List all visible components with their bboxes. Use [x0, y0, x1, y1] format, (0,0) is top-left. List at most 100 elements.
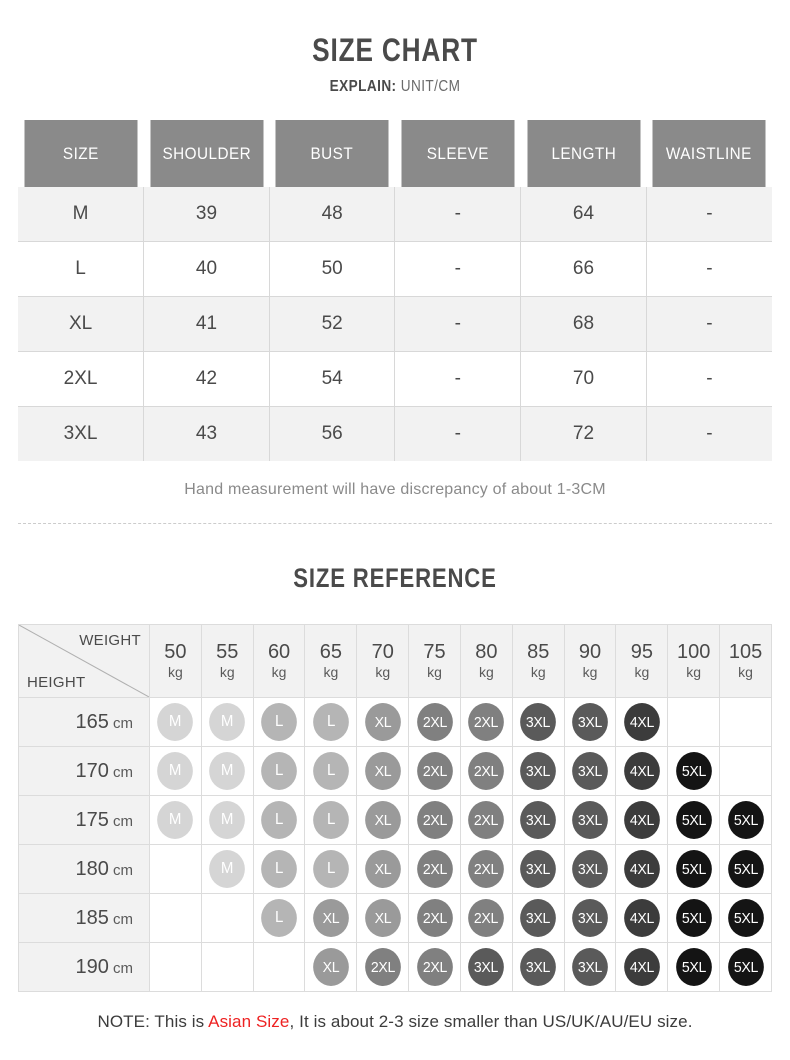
size-cell: 4XL — [615, 942, 669, 992]
weight-unit: kg — [582, 664, 598, 680]
height-label-175cm: 175 cm — [18, 795, 150, 845]
size-badge: 5XL — [727, 801, 764, 839]
size-badge: XL — [364, 801, 401, 839]
measurement-cell: - — [394, 187, 522, 242]
size-cell: 2XL — [408, 942, 461, 992]
size-cell: 4XL — [615, 844, 669, 894]
height-value: 165 — [75, 710, 109, 733]
size-cell: 3XL — [459, 942, 513, 992]
size-cell: 3XL — [563, 844, 617, 894]
size-reference-head: WEIGHT HEIGHT 50 kg 55 kg 60 kg 65 kg 70 kg 75 kg 80… — [18, 624, 772, 698]
height-label-165cm: 165 cm — [18, 697, 150, 747]
size-cell: XL — [356, 893, 410, 943]
size-badge: 5XL — [727, 899, 764, 937]
size-cell: L — [252, 844, 306, 894]
height-unit: cm — [108, 910, 133, 928]
weight-axis-label: WEIGHT — [79, 632, 141, 649]
table-row: L 40 50-66- — [18, 241, 772, 297]
size-reference-row: 190 cm XL 2XL 2XL 3XL 3XL 3XL 4XL 5XL 5XL — [18, 942, 772, 992]
size-badge: 3XL — [572, 899, 608, 937]
size-reference-row: 185 cm L XL XL 2XL 2XL 3XL 3XL 4XL 5XL 5XL — [18, 893, 772, 943]
size-cell: 5XL — [667, 795, 721, 845]
size-cell: M — [149, 795, 202, 845]
size-reference-row: 165 cm M M L L XL 2XL 2XL 3XL 3XL 4XL — [18, 697, 772, 747]
height-value: 180 — [75, 857, 109, 880]
weight-value: 105 — [728, 641, 763, 663]
size-badge: M — [157, 752, 194, 790]
weight-value: 60 — [267, 641, 291, 663]
weight-value: 100 — [677, 641, 711, 663]
size-cell: 5XL — [667, 746, 721, 796]
size-badge: 3XL — [468, 948, 505, 986]
size-label-cell: L — [18, 241, 145, 297]
size-chart-col-length: LENGTH — [526, 120, 640, 187]
table-row: 3XL 43 56-72- — [18, 406, 772, 461]
size-cell: 4XL — [615, 697, 669, 747]
size-cell: L — [252, 893, 306, 943]
measurement-cell: - — [394, 296, 522, 352]
size-badge: 5XL — [675, 948, 712, 986]
size-badge: XL — [313, 899, 349, 937]
measurement-cell: 40 — [143, 241, 270, 297]
size-cell: 2XL — [459, 697, 513, 747]
size-reference-row: 180 cm M L L XL 2XL 2XL 3XL 3XL 4XL 5XL 5XL — [18, 844, 772, 894]
size-badge: 5XL — [675, 850, 712, 888]
size-cell: L — [304, 844, 358, 894]
size-badge: 4XL — [623, 899, 660, 937]
table-row: M 39 48-64- — [18, 187, 772, 242]
height-value: 170 — [75, 759, 109, 782]
size-badge: XL — [364, 899, 401, 937]
size-label-cell: M — [18, 187, 145, 242]
size-reference-table: WEIGHT HEIGHT 50 kg 55 kg 60 kg 65 kg 70 kg 75 kg 80… — [18, 624, 772, 992]
weight-value: 80 — [475, 641, 498, 663]
weight-header-95kg: 95 kg — [615, 624, 669, 698]
measurement-cell: - — [394, 351, 522, 407]
height-label-180cm: 180 cm — [18, 844, 150, 894]
height-unit: cm — [108, 812, 133, 830]
size-cell: 3XL — [563, 942, 617, 992]
size-cell: XL — [356, 746, 410, 796]
height-value: 190 — [75, 955, 109, 978]
size-badge: M — [209, 752, 246, 790]
weight-header-105kg: 105 kg — [719, 624, 772, 698]
measurement-note: Hand measurement will have discrepancy o… — [184, 481, 606, 498]
weight-unit: kg — [478, 664, 494, 680]
weight-header-90kg: 90 kg — [563, 624, 617, 698]
size-label-cell: 3XL — [18, 406, 145, 461]
size-badge: 5XL — [675, 801, 712, 839]
measurement-cell: 66 — [520, 241, 647, 297]
size-cell: M — [200, 844, 254, 894]
size-badge: L — [261, 801, 297, 839]
size-cell: 2XL — [356, 942, 410, 992]
empty-cell — [667, 697, 721, 747]
size-cell: 5XL — [719, 795, 772, 845]
weight-value: 85 — [527, 641, 550, 663]
weight-unit: kg — [427, 664, 442, 680]
size-cell: 2XL — [408, 795, 461, 845]
weight-header-60kg: 60 kg — [252, 624, 306, 698]
explain-label: EXPLAIN: — [329, 78, 397, 95]
size-cell: L — [304, 746, 358, 796]
size-badge: L — [261, 752, 297, 790]
size-chart-body: M 39 48-64- L 40 50-66- XL 41 52-68-2XL 42 54-70-3… — [18, 187, 772, 461]
size-badge: 5XL — [675, 899, 712, 937]
size-badge: 3XL — [572, 703, 608, 741]
weight-unit: kg — [375, 664, 391, 680]
size-cell: 2XL — [459, 746, 513, 796]
size-cell: XL — [304, 942, 358, 992]
weight-unit: kg — [323, 664, 339, 680]
weight-unit: kg — [634, 664, 650, 680]
size-cell: M — [149, 746, 202, 796]
size-badge: M — [209, 850, 246, 888]
weight-unit: kg — [530, 664, 546, 680]
weight-unit: kg — [738, 664, 753, 680]
weight-value: 75 — [423, 641, 446, 663]
size-badge: 2XL — [468, 752, 505, 790]
size-cell: 4XL — [615, 795, 669, 845]
size-badge: 2XL — [416, 948, 453, 986]
size-badge: 3XL — [520, 850, 557, 888]
size-chart-page: SIZE CHART EXPLAIN: UNIT/CM SIZE SHOULDER… — [0, 0, 790, 1060]
size-badge: 5XL — [727, 948, 764, 986]
size-badge: L — [313, 752, 349, 790]
note-suffix: , It is about 2-3 size smaller than US/U… — [289, 1012, 693, 1031]
